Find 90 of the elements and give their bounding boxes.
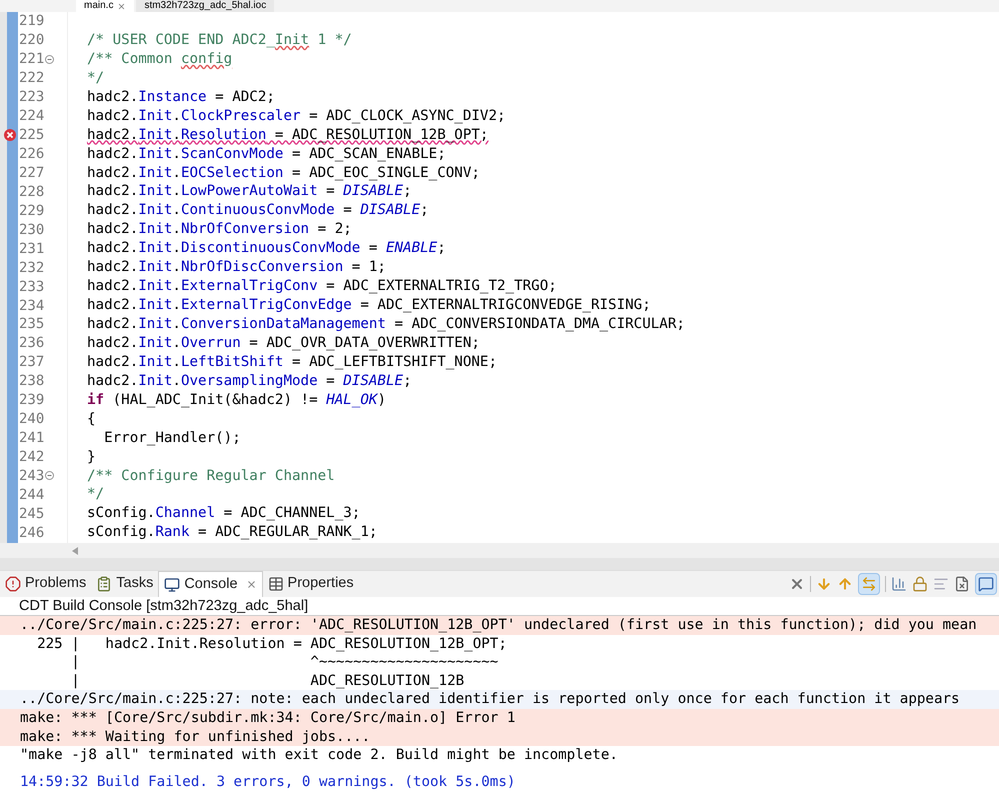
line-number: 244 (18, 488, 44, 502)
view-tab[interactable]: Console (158, 571, 263, 597)
console-line: "make -j8 all" terminated with exit code 2. Build might be incomplete. (20, 747, 618, 764)
code-line: Error_Handler(); (103, 430, 241, 446)
line-number: 233 (18, 280, 44, 294)
line-number: 230 (18, 222, 44, 237)
code-line: */ (87, 70, 104, 86)
code-line: hadc2.Init.LeftBitShift = ADC_LEFTBITSHIFT_NONE; (87, 354, 498, 370)
close-icon[interactable] (246, 579, 257, 590)
editor-tab[interactable]: stm32h723zg_adc_5hal.ioc (136, 0, 274, 12)
console-line: 225 | hadc2.Init.Resolution = ADC_RESOLUTION_12B_OPT; (36, 636, 507, 652)
code-line: sConfig.Rank = ADC_REGULAR_RANK_1; (87, 524, 378, 540)
console-line: make: *** [Core/Src/subdir.mk:34: Core/Src/main.o] Error 1 (20, 710, 516, 726)
line-number: 240 (18, 412, 44, 426)
view-tab[interactable]: Properties (262, 571, 359, 597)
problems-icon (5, 576, 21, 592)
code-line: hadc2.Init.Overrun = ADC_OVR_DATA_OVERWRITTEN; (87, 334, 480, 351)
line-number: 228 (18, 184, 44, 199)
console-line: | ADC_RESOLUTION_12B (70, 672, 464, 689)
console-title: CDT Build Console [stm32h723zg_adc_5hal] (19, 598, 308, 614)
line-number: 220 (18, 33, 44, 48)
line-number: 246 (18, 526, 44, 540)
line-number: 243 (18, 468, 44, 483)
line-number: 219 (18, 14, 44, 28)
remove-icon[interactable] (789, 576, 805, 592)
code-line: hadc2.Instance = ADC2; (87, 88, 275, 105)
console-line: | ^~~~~~~~~~~~~~~~~~~~~~ (70, 654, 498, 670)
line-number: 225 (18, 128, 44, 142)
code-line: sConfig.Channel = ADC_CHANNEL_3; (87, 505, 360, 522)
lines-icon[interactable] (933, 576, 949, 592)
line-number: 239 (18, 393, 44, 408)
code-line: hadc2.Init.EOCSelection = ADC_EOC_SINGLE_CONV; (87, 164, 480, 180)
line-number: 229 (18, 204, 44, 218)
scroll-left-icon[interactable] (72, 546, 78, 554)
line-number: 245 (18, 506, 44, 521)
lock-icon[interactable] (912, 576, 928, 592)
code-line: hadc2.Init.Resolution = ADC_RESOLUTION_12B_OPT; (87, 126, 488, 143)
code-line: if (HAL_ADC_Init(&hadc2) != HAL_OK) (87, 392, 386, 408)
fold-icon[interactable] (45, 471, 54, 480)
code-line: { (87, 410, 96, 427)
arrow-down-icon[interactable] (816, 576, 832, 592)
code-line: /** Common config (87, 50, 232, 67)
line-number: 236 (18, 336, 44, 350)
editor-tab[interactable]: main.c (76, 0, 134, 12)
speech-bubble-icon (978, 576, 994, 592)
line-number: 223 (18, 90, 44, 104)
code-line: hadc2.Init.NbrOfDiscConversion = 1; (87, 259, 386, 276)
line-number: 227 (18, 166, 44, 180)
line-number: 238 (18, 374, 44, 388)
view-tab[interactable]: Problems (0, 571, 92, 597)
close-icon[interactable] (117, 2, 126, 10)
code-line: */ (87, 486, 104, 502)
code-line: hadc2.Init.NbrOfConversion = 2; (87, 221, 352, 238)
code-line: hadc2.Init.OversamplingMode = DISABLE; (87, 372, 412, 389)
code-line: hadc2.Init.DiscontinuousConvMode = ENABLE; (87, 240, 446, 256)
link-toggle-button[interactable] (858, 573, 880, 595)
line-number: 235 (18, 317, 44, 332)
table-icon (268, 576, 284, 592)
line-number: 231 (18, 242, 44, 256)
code-line: hadc2.Init.ClockPrescaler = ADC_CLOCK_ASYNC_DIV2; (87, 108, 506, 124)
line-number: 222 (18, 71, 44, 86)
view-tab[interactable]: Tasks (91, 571, 158, 597)
line-number: 221 (18, 52, 44, 66)
code-line: hadc2.Init.ContinuousConvMode = DISABLE; (87, 202, 429, 218)
swap-arrows-icon (861, 576, 877, 592)
console-line: ../Core/Src/main.c:225:27: note: each undeclared identifier is reported only once for each function it appears (20, 691, 960, 708)
code-line: hadc2.Init.ExternalTrigConv = ADC_EXTERNALTRIG_T2_TRGO; (87, 278, 557, 294)
code-line: hadc2.Init.LowPowerAutoWait = DISABLE; (87, 183, 412, 200)
chart-icon[interactable] (891, 576, 907, 592)
line-number: 234 (18, 298, 44, 313)
code-line: hadc2.Init.ScanConvMode = ADC_SCAN_ENABLE; (87, 146, 446, 162)
line-number: 242 (18, 450, 44, 464)
line-number: 226 (18, 147, 44, 162)
line-number: 232 (18, 260, 44, 275)
console-line: make: *** Waiting for unfinished jobs.... (20, 728, 370, 745)
display-console-button[interactable] (975, 573, 997, 595)
code-line: /* USER CODE END ADC2_Init 1 */ (87, 32, 352, 48)
line-number: 237 (18, 355, 44, 370)
line-number: 224 (18, 109, 44, 124)
file-remove-icon[interactable] (954, 576, 970, 592)
monitor-icon (164, 576, 180, 592)
console-line: ../Core/Src/main.c:225:27: error: 'ADC_RESOLUTION_12B_OPT' undeclared (first use in this function); did you mean (20, 617, 977, 633)
code-line: hadc2.Init.ExternalTrigConvEdge = ADC_EXTERNALTRIGCONVEDGE_RISING; (87, 297, 651, 314)
code-line: hadc2.Init.ConversionDataManagement = ADC_CONVERSIONDATA_DMA_CIRCULAR; (87, 316, 685, 332)
clipboard-icon (96, 576, 112, 592)
fold-icon[interactable] (45, 54, 54, 64)
console-line: 14:59:32 Build Failed. 3 errors, 0 warnings. (took 5s.0ms) (20, 774, 516, 790)
code-line: /** Configure Regular Channel (87, 468, 335, 484)
line-number: 241 (18, 431, 44, 446)
code-line: } (87, 448, 96, 465)
